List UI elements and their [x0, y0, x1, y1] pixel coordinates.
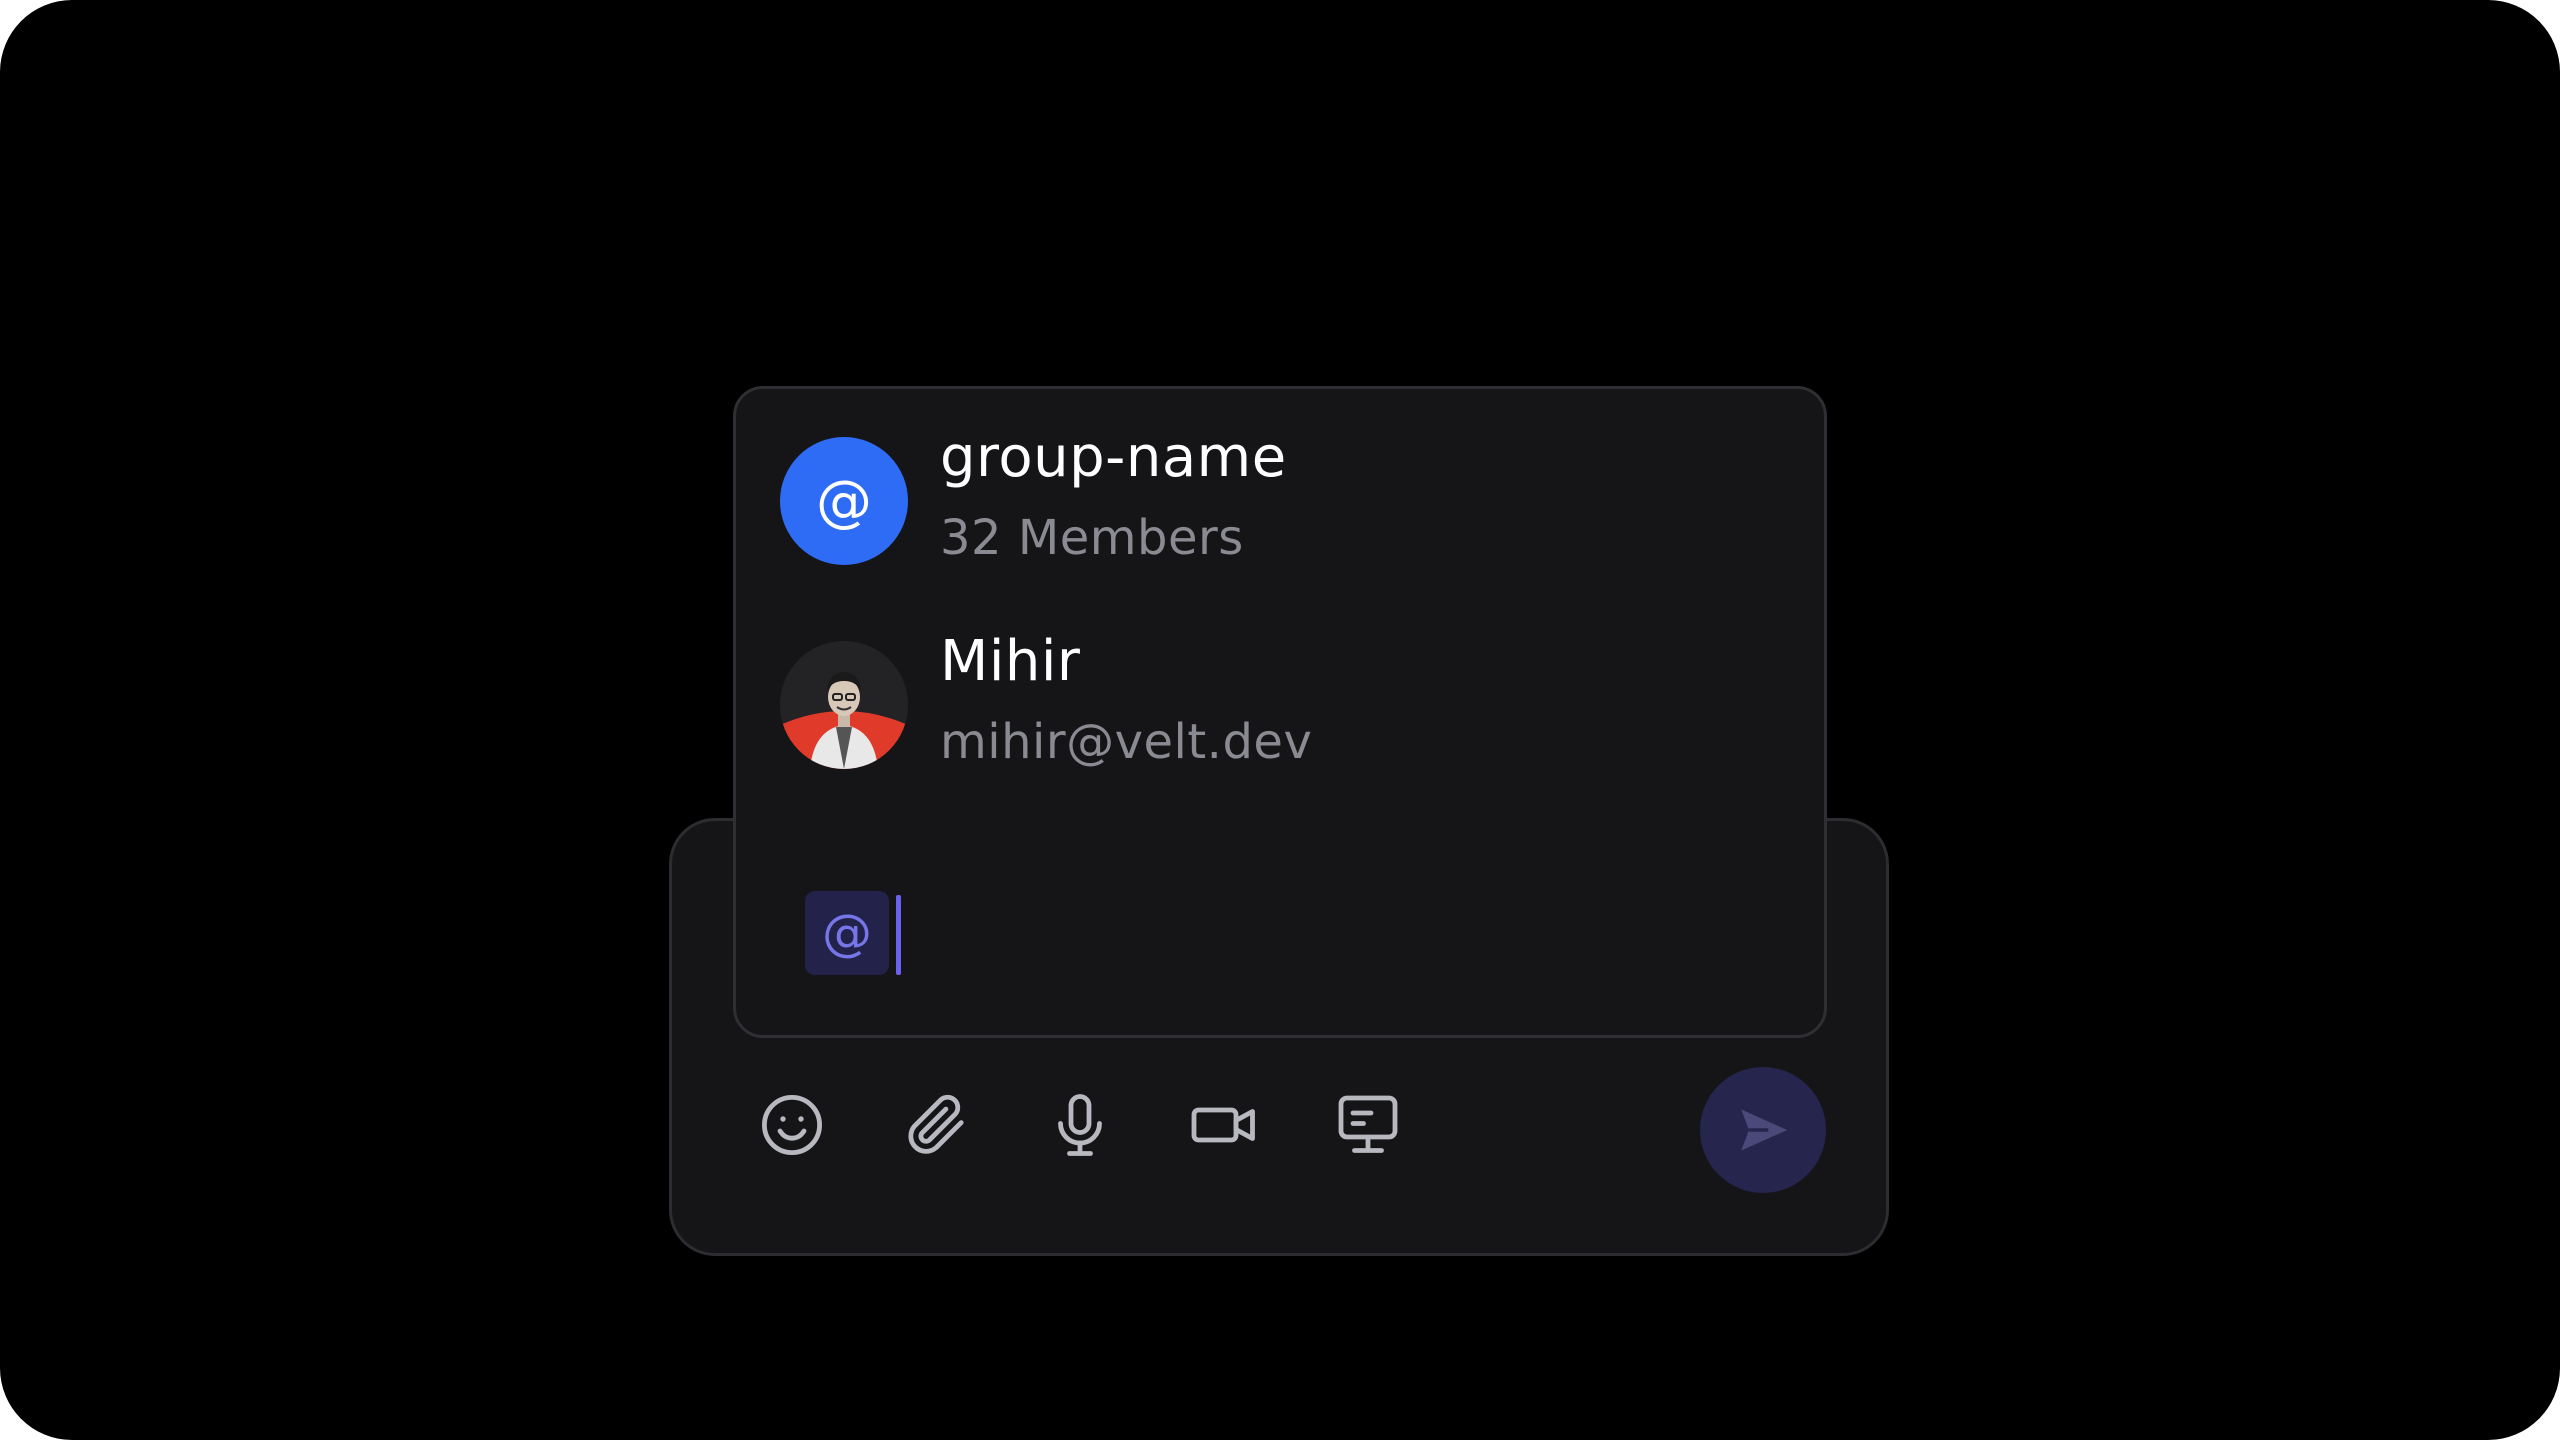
mention-item-subtitle: 32 Members	[940, 510, 1244, 566]
mention-item-text: group-name 32 Members	[940, 425, 1287, 567]
user-photo-icon	[780, 641, 908, 769]
mention-item-text: Mihir mihir@velt.dev	[940, 629, 1313, 771]
user-avatar	[780, 641, 908, 769]
voice-record-button[interactable]	[1044, 1089, 1116, 1161]
mention-item-user[interactable]: Mihir mihir@velt.dev	[780, 629, 1313, 771]
mention-item-group[interactable]: @ group-name 32 Members	[780, 425, 1287, 567]
video-record-button[interactable]	[1188, 1089, 1260, 1161]
video-camera-icon	[1191, 1107, 1255, 1143]
microphone-icon	[1058, 1094, 1102, 1156]
screen-share-icon	[1338, 1095, 1398, 1153]
mention-item-subtitle: mihir@velt.dev	[940, 714, 1313, 770]
send-button[interactable]	[1700, 1067, 1826, 1193]
paperclip-icon	[908, 1094, 964, 1154]
composer-toolbar	[756, 1089, 1476, 1161]
emoji-icon	[762, 1095, 822, 1155]
group-avatar: @	[780, 437, 908, 565]
at-sign-icon: @	[816, 468, 872, 534]
mention-suggestions-panel: @ group-name 32 Members Mihir mihir@velt…	[733, 386, 1827, 1038]
emoji-button[interactable]	[756, 1089, 828, 1161]
text-cursor	[896, 895, 901, 975]
mention-item-name: Mihir	[940, 629, 1081, 694]
send-icon	[1741, 1109, 1788, 1151]
mention-item-name: group-name	[940, 425, 1287, 490]
attach-button[interactable]	[900, 1089, 972, 1161]
at-sign-icon: @	[822, 904, 872, 962]
screen-record-button[interactable]	[1332, 1089, 1404, 1161]
mention-trigger-chip: @	[805, 891, 889, 975]
app-background: @ group-name 32 Members Mihir mihir@velt…	[0, 0, 2560, 1440]
